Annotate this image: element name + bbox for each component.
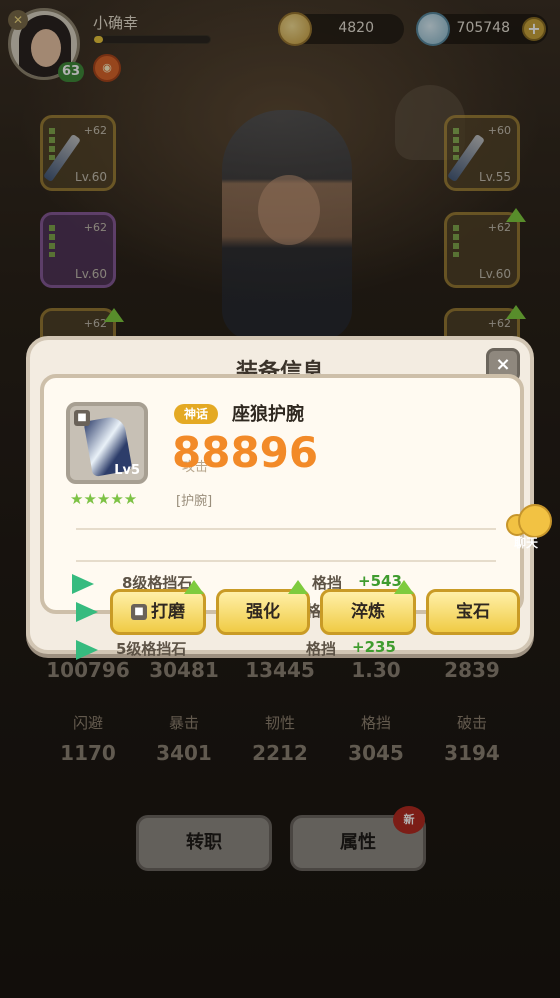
gem-icon	[76, 602, 98, 622]
gem-row: 5级格挡石 格挡 +235	[76, 638, 496, 662]
upgrade-arrow-icon	[288, 580, 308, 594]
chat-button[interactable]: 聊天	[506, 504, 560, 554]
upgrade-arrow-icon	[394, 580, 414, 594]
item-detail-panel: ■ Lv5 ★★★★★ 神话 座狼护腕 攻击 88896 [护腕] 8级格挡石 …	[40, 374, 524, 614]
divider	[76, 528, 496, 530]
item-icon: ■ Lv5	[66, 402, 148, 484]
chat-icon	[518, 504, 552, 538]
lock-icon[interactable]: ■	[74, 410, 90, 426]
temper-button[interactable]: 淬炼	[320, 589, 416, 635]
divider	[76, 560, 496, 562]
grind-label: 打磨	[151, 602, 185, 622]
gem-icon	[72, 574, 94, 594]
gem-button[interactable]: 宝石	[426, 589, 520, 635]
item-name: 座狼护腕	[232, 404, 304, 425]
rarity-tag: 神话	[174, 404, 219, 424]
item-stars: ★★★★★	[70, 490, 138, 508]
item-power: 88896	[172, 428, 319, 477]
gem-icon	[76, 640, 98, 660]
gem-name: 5级格挡石	[116, 640, 187, 658]
item-level: Lv5	[114, 463, 140, 478]
enhance-button[interactable]: 强化	[216, 589, 310, 635]
gem-attr: 格挡	[306, 640, 337, 658]
gem-bonus: +235	[352, 638, 396, 656]
grind-button[interactable]: ■ 打磨	[110, 589, 206, 635]
chat-label: 聊天	[514, 536, 539, 550]
lock-icon: ■	[131, 604, 147, 620]
item-type: [护腕]	[176, 494, 213, 509]
upgrade-arrow-icon	[184, 580, 204, 594]
